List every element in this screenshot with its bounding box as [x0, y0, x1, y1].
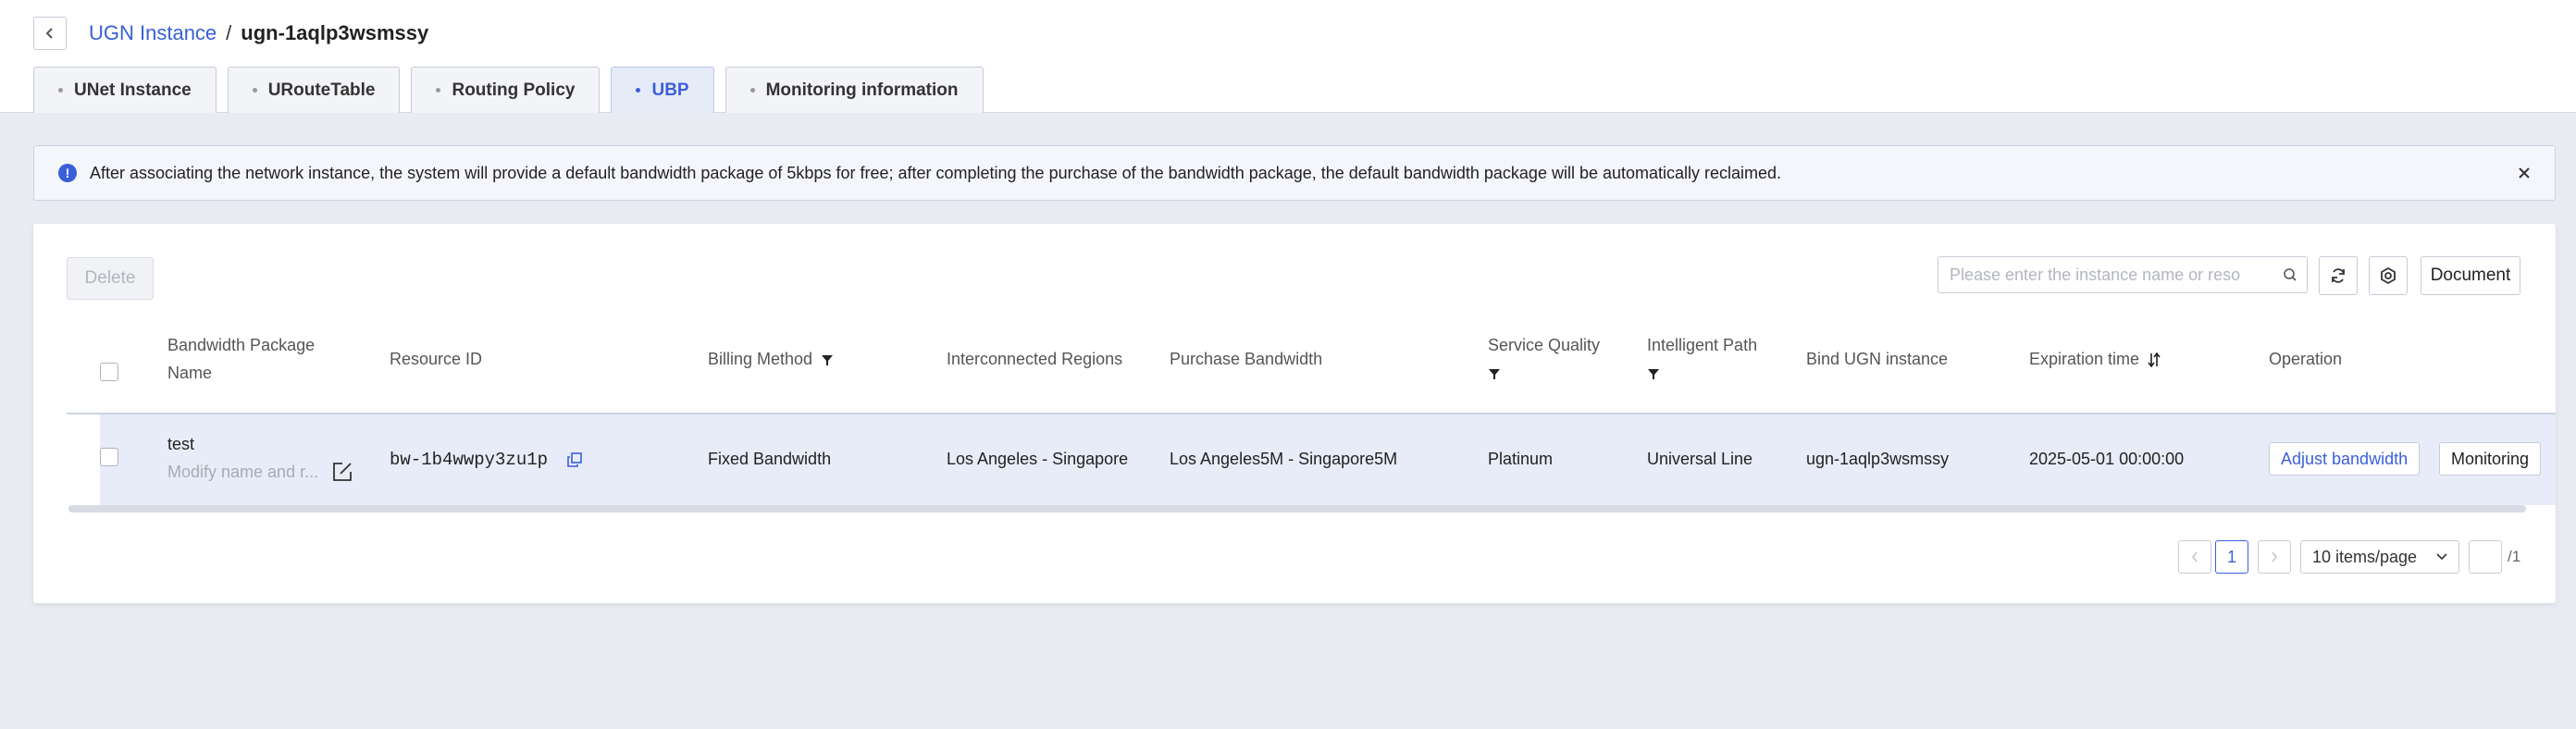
cell-remark-placeholder: Modify name and r...: [167, 463, 319, 481]
header-expiration-label: Expiration time: [2029, 350, 2140, 368]
tab-bar: UNet Instance URouteTable Routing Policy…: [33, 67, 984, 113]
filter-icon[interactable]: [1488, 367, 1501, 380]
adjust-bandwidth-button[interactable]: Adjust bandwidth: [2269, 442, 2421, 476]
cell-expiration-time: 2025-05-01 00:00:00: [2029, 450, 2185, 468]
header-intelligent-path: Intelligent Path: [1647, 331, 1757, 387]
back-button[interactable]: [33, 17, 67, 50]
horizontal-scrollbar[interactable]: [68, 505, 2526, 513]
settings-icon: [2381, 266, 2396, 285]
monitoring-button[interactable]: Monitoring: [2439, 442, 2542, 476]
page-number-current[interactable]: 1: [2215, 540, 2248, 574]
ubp-table: Bandwidth Package Name Resource ID Billi…: [67, 331, 2556, 505]
delete-button[interactable]: Delete: [67, 257, 154, 300]
header-expiration-time: Expiration time: [2029, 345, 2161, 373]
tab-dot: [749, 88, 755, 93]
header-operation: Operation: [2269, 350, 2343, 368]
tab-label: UBP: [651, 80, 689, 100]
header-purchase-bandwidth: Purchase Bandwidth: [1170, 350, 1323, 368]
page-jump-input[interactable]: [2469, 540, 2502, 574]
cell-intelligent-path: Universal Line: [1647, 450, 1753, 468]
table-header: Bandwidth Package Name Resource ID Billi…: [67, 331, 2556, 414]
breadcrumb-separator: /: [226, 21, 232, 44]
close-icon[interactable]: [2512, 161, 2536, 185]
edit-icon[interactable]: [331, 461, 353, 483]
tab-label: URouteTable: [267, 80, 376, 100]
refresh-icon: [2332, 268, 2345, 283]
header-billing-label: Billing Method: [708, 350, 813, 368]
header-billing-method: Billing Method: [708, 345, 834, 373]
tab-dot: [636, 88, 641, 93]
search-box: [1938, 256, 2308, 293]
tab-dot: [436, 88, 441, 93]
settings-button[interactable]: [2369, 256, 2408, 295]
header-service-quality: Service Quality: [1488, 331, 1600, 387]
select-all-checkbox[interactable]: [100, 363, 118, 381]
info-icon: !: [58, 164, 77, 182]
search-input[interactable]: [1950, 265, 2283, 285]
breadcrumb: UGN Instance / ugn-1aqlp3wsmssy: [89, 19, 428, 48]
tab-unet-instance[interactable]: UNet Instance: [33, 67, 217, 113]
next-page-button[interactable]: [2258, 540, 2291, 574]
cell-resource-id: bw-1b4wwpy3zu1p: [390, 450, 583, 470]
header-quality-label: Service Quality: [1488, 336, 1601, 354]
page-size-select[interactable]: 10 items/page: [2300, 540, 2459, 574]
tab-dot: [58, 88, 63, 93]
filter-icon[interactable]: [821, 353, 834, 366]
cell-interconnected-regions: Los Angeles - Singapore: [947, 450, 1129, 468]
header-interconnected-regions: Interconnected Regions: [947, 350, 1123, 368]
ubp-card: Delete Document Bandwidth Package Name R…: [33, 224, 2556, 603]
refresh-button[interactable]: [2319, 256, 2358, 295]
tab-routing-policy[interactable]: Routing Policy: [411, 67, 601, 113]
resource-id-text: bw-1b4wwpy3zu1p: [390, 450, 549, 470]
cell-bind-ugn-instance: ugn-1aqlp3wsmssy: [1806, 450, 1950, 468]
page-total: /1: [2508, 548, 2521, 565]
header-bandwidth-package-name: Bandwidth Package Name: [167, 331, 315, 387]
row-checkbox[interactable]: [100, 448, 118, 466]
breadcrumb-parent-link[interactable]: UGN Instance: [89, 21, 217, 45]
tab-dot: [252, 88, 257, 93]
header-bind-ugn-instance: Bind UGN instance: [1806, 350, 1949, 368]
header-path-label: Intelligent Path: [1647, 336, 1758, 354]
sort-icon[interactable]: [2148, 352, 2161, 368]
page-header: UGN Instance / ugn-1aqlp3wsmssy UNet Ins…: [0, 0, 2576, 113]
cell-service-quality: Platinum: [1488, 450, 1554, 468]
header-name-line1: Bandwidth Package: [167, 336, 316, 354]
search-icon[interactable]: [2283, 267, 2297, 282]
tab-label: UNet Instance: [74, 80, 192, 100]
cell-billing-method: Fixed Bandwidth: [708, 450, 832, 468]
header-name-line2: Name: [167, 364, 213, 382]
page-size-label: 10 items/page: [2312, 547, 2418, 566]
tab-label: Routing Policy: [452, 80, 576, 100]
page-title: ugn-1aqlp3wsmssy: [241, 21, 429, 44]
table-row: test Modify name and r... bw-1b4wwpy3zu1…: [67, 414, 2556, 505]
chevron-left-icon: [2191, 551, 2198, 562]
copy-icon[interactable]: [567, 452, 583, 467]
tab-monitoring-information[interactable]: Monitoring information: [724, 67, 984, 113]
back-icon: [45, 28, 53, 39]
prev-page-button[interactable]: [2178, 540, 2211, 574]
cell-purchase-bandwidth: Los Angeles5M - Singapore5M: [1170, 450, 1398, 468]
document-button[interactable]: Document: [2421, 256, 2520, 295]
info-notice: ! After associating the network instance…: [33, 145, 2556, 201]
cell-name: test: [167, 435, 195, 453]
notice-text: After associating the network instance, …: [90, 163, 1782, 182]
chevron-right-icon: [2272, 551, 2278, 562]
filter-icon[interactable]: [1647, 367, 1660, 380]
tab-uroutetable[interactable]: URouteTable: [227, 67, 401, 113]
tab-ubp[interactable]: UBP: [611, 67, 714, 113]
header-resource-id: Resource ID: [390, 350, 483, 368]
tab-label: Monitoring information: [765, 80, 959, 100]
chevron-down-icon: [2436, 553, 2447, 561]
